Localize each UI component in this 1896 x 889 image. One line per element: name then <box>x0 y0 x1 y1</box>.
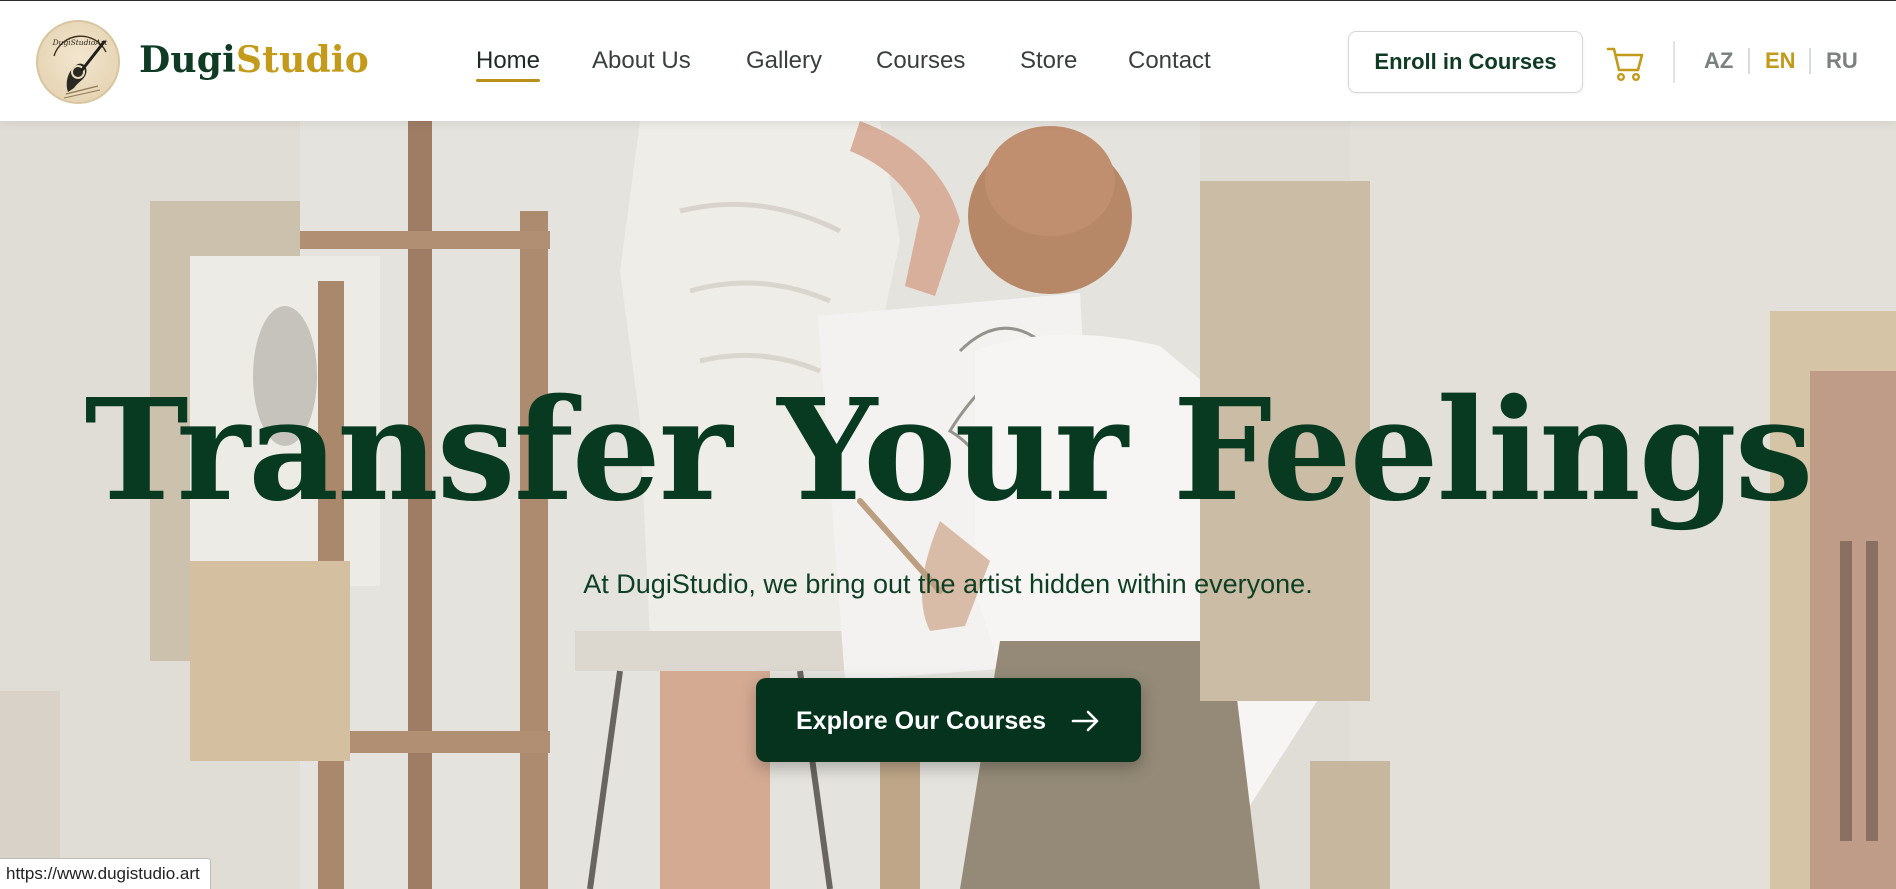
nav-item-home[interactable]: Home <box>476 41 541 82</box>
nav-item-store[interactable]: Store <box>1020 41 1077 81</box>
arrow-right-icon <box>1071 711 1099 732</box>
language-option-ru[interactable]: RU <box>1826 47 1858 75</box>
explore-courses-label: Explore Our Courses <box>795 707 1047 736</box>
brush-hand-logo-icon[interactable]: DugiStudioArt <box>36 20 120 104</box>
status-bar-url: https://www.dugistudio.art <box>0 858 211 889</box>
site-header: DugiStudioArt DugiStudio Home About Us G… <box>0 0 1896 121</box>
brand-name-part1: Dugi <box>139 39 237 81</box>
header-divider <box>1673 41 1675 83</box>
language-divider <box>1809 48 1811 74</box>
brand-wordmark[interactable]: DugiStudio <box>139 38 369 82</box>
hero-title: Transfer Your Feelings <box>84 369 1813 533</box>
hero-subtitle: At DugiStudio, we bring out the artist h… <box>583 569 1313 599</box>
enroll-button[interactable]: Enroll in Courses <box>1348 31 1583 93</box>
language-option-az[interactable]: AZ <box>1704 47 1733 75</box>
shopping-cart-icon[interactable] <box>1605 43 1645 83</box>
nav-item-about-us[interactable]: About Us <box>592 41 691 81</box>
nav-item-gallery[interactable]: Gallery <box>746 41 822 81</box>
language-option-en[interactable]: EN <box>1765 47 1796 75</box>
nav-item-contact[interactable]: Contact <box>1128 41 1211 81</box>
language-divider <box>1748 48 1750 74</box>
nav-item-courses[interactable]: Courses <box>876 41 965 81</box>
explore-courses-button[interactable]: Explore Our Courses <box>756 678 1141 762</box>
brand-name-part2: Studio <box>236 39 369 81</box>
hero-section: Transfer Your Feelings At DugiStudio, we… <box>0 121 1896 889</box>
